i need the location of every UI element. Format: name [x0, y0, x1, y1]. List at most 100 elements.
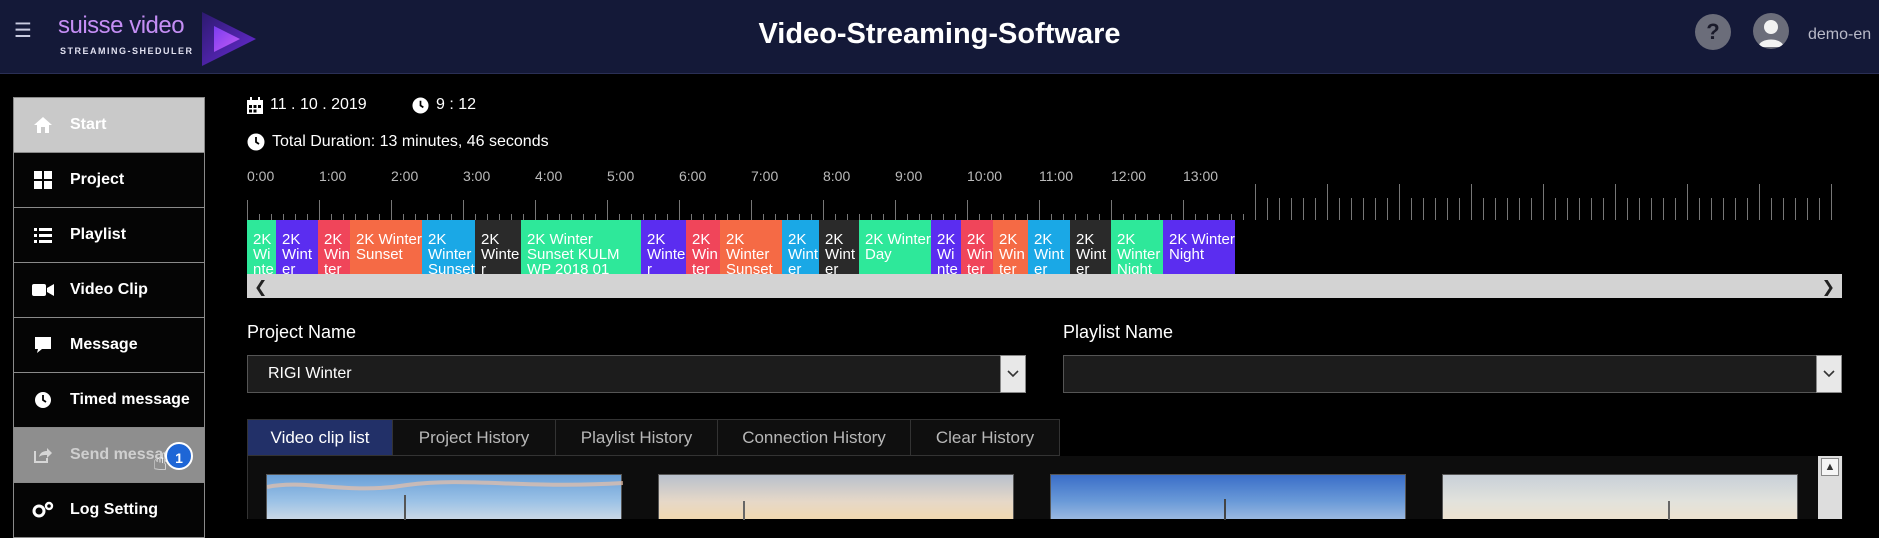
ruler-tick: [751, 200, 752, 220]
sidebar-item-start[interactable]: Start: [13, 97, 205, 152]
ruler-tick: [1699, 198, 1700, 220]
ruler-tick: [1831, 184, 1832, 220]
time-value: 9 : 12: [436, 96, 477, 113]
tab-connection-history[interactable]: Connection History: [717, 419, 910, 456]
sidebar-item-label: Project: [70, 171, 125, 188]
ruler-tick: [1435, 198, 1436, 220]
tab-clear-history[interactable]: Clear History: [910, 419, 1060, 456]
history-tabs: Video clip list Project History Playlist…: [247, 419, 1060, 456]
sidebar-item-message[interactable]: Message: [13, 317, 205, 372]
ruler-label: 1:00: [319, 168, 347, 184]
sidebar-item-video-clip[interactable]: Video Clip: [13, 262, 205, 317]
timeline-clip[interactable]: 2K Winter Day: [819, 220, 859, 274]
calendar-icon: [247, 96, 263, 114]
ruler-label: 3:00: [463, 168, 491, 184]
timeline-clip[interactable]: 2K Winter Night: [1163, 220, 1235, 274]
ruler-tick: [1411, 198, 1412, 220]
scroll-right-icon[interactable]: ❯: [1822, 277, 1835, 297]
hamburger-menu-icon[interactable]: ☰: [14, 18, 32, 43]
scroll-up-icon[interactable]: ▲: [1821, 458, 1839, 476]
timeline-clip[interactable]: 2K Winter Sunset KULM WP 2018 01: [521, 220, 641, 274]
sidebar-item-log-setting[interactable]: Log Setting: [13, 482, 205, 538]
ruler-label: 7:00: [751, 168, 779, 184]
video-thumbnail[interactable]: [1442, 474, 1798, 520]
ruler-label: 10:00: [967, 168, 1003, 184]
timeline-clip[interactable]: 2K Winter Night: [1028, 220, 1070, 274]
timeline-clip[interactable]: 2K Winter Sunset: [276, 220, 318, 274]
ruler-tick: [895, 200, 896, 220]
ruler-tick: [1183, 200, 1184, 220]
timeline-clip[interactable]: 2K Winter Day: [782, 220, 819, 274]
timeline-clip[interactable]: 2K Winter Sunset: [247, 220, 276, 274]
ruler-tick: [1519, 198, 1520, 220]
video-thumbnail[interactable]: [658, 474, 1014, 520]
timeline-clip[interactable]: 2K Winter Sunset: [686, 220, 720, 274]
playlist-name-select[interactable]: [1063, 355, 1842, 393]
app-title: Video-Streaming-Software: [758, 18, 1121, 50]
sidebar-item-project[interactable]: Project: [13, 152, 205, 207]
ruler-tick: [1303, 198, 1304, 220]
grid-icon: [32, 170, 54, 190]
timeline-clips: 2K Winter Sunset2K Winter Sunset2K Winte…: [247, 220, 1842, 274]
help-button[interactable]: ?: [1695, 14, 1731, 50]
date-value: 11 . 10 . 2019: [270, 96, 367, 113]
timeline-clip[interactable]: 2K Winter Day: [859, 220, 931, 274]
video-thumbnail[interactable]: [266, 474, 624, 520]
ruler-tick: [1663, 198, 1664, 220]
timeline-clip[interactable]: 2K Winter Night: [1070, 220, 1111, 274]
timeline-clip[interactable]: 2K Winter Sunset: [641, 220, 686, 274]
ruler-tick: [1111, 200, 1112, 220]
timeline-clip[interactable]: 2K Winter Sunset: [350, 220, 422, 274]
scroll-left-icon[interactable]: ❮: [254, 277, 267, 297]
playlist-name-label: Playlist Name: [1063, 322, 1174, 342]
timeline-clip[interactable]: 2K Winter Sunset: [318, 220, 350, 274]
sidebar-item-send-message[interactable]: Send message ☝ 1: [13, 427, 205, 482]
timeline-clip[interactable]: 2K Winter Sunset: [422, 220, 475, 274]
ruler-tick: [1315, 198, 1316, 220]
chevron-down-icon[interactable]: [1000, 355, 1026, 393]
time-display: 9 : 12: [412, 96, 476, 114]
video-thumbnail[interactable]: [1050, 474, 1406, 520]
message-icon: [32, 335, 54, 355]
timeline-clip[interactable]: 2K Winter Night: [1111, 220, 1163, 274]
total-duration: Total Duration: 13 minutes, 46 seconds: [247, 133, 549, 151]
timeline-clip[interactable]: 2K Winter Day: [993, 220, 1028, 274]
cogs-icon: [32, 500, 54, 520]
tab-playlist-history[interactable]: Playlist History: [555, 419, 717, 456]
ruler-tick: [1267, 198, 1268, 220]
video-camera-icon: [32, 280, 54, 300]
sidebar-item-label: Playlist: [70, 226, 127, 243]
chevron-down-icon[interactable]: [1816, 355, 1842, 393]
timeline-horizontal-scrollbar[interactable]: ❮ ❯: [247, 274, 1842, 298]
timeline-clip[interactable]: 2K Winter Sunset: [720, 220, 782, 274]
project-name-select[interactable]: RIGI Winter: [247, 355, 1026, 393]
ruler-tick: [1771, 198, 1772, 220]
user-avatar-icon[interactable]: [1753, 13, 1789, 49]
ruler-tick: [1459, 198, 1460, 220]
ruler-tick: [1567, 198, 1568, 220]
ruler-tick: [1495, 198, 1496, 220]
tab-video-clip-list[interactable]: Video clip list: [247, 419, 392, 456]
timeline-clip[interactable]: 2K Winter Day: [931, 220, 961, 274]
ruler-tick: [391, 200, 392, 220]
ruler-tick: [1279, 198, 1280, 220]
ruler-label: 12:00: [1111, 168, 1147, 184]
ruler-tick: [1651, 198, 1652, 220]
timeline-clip[interactable]: 2K Winter Day: [961, 220, 993, 274]
ruler-tick: [1255, 184, 1256, 220]
clock-icon: [32, 390, 54, 410]
ruler-tick: [1687, 184, 1688, 220]
ruler-tick: [823, 200, 824, 220]
sidebar-item-playlist[interactable]: Playlist: [13, 207, 205, 262]
list-icon: [32, 225, 54, 245]
sidebar-item-timed-message[interactable]: Timed message: [13, 372, 205, 427]
timeline-clip[interactable]: 2K Winter Sunset: [475, 220, 521, 274]
user-name[interactable]: demo-en: [1808, 26, 1871, 44]
ruler-tick: [967, 200, 968, 220]
clip-list-vertical-scrollbar[interactable]: ▲: [1818, 456, 1842, 519]
project-name-value: RIGI Winter: [268, 365, 352, 382]
ruler-tick: [1399, 184, 1400, 220]
ruler-tick: [1387, 198, 1388, 220]
tab-project-history[interactable]: Project History: [392, 419, 555, 456]
notification-badge: 1: [165, 442, 193, 470]
